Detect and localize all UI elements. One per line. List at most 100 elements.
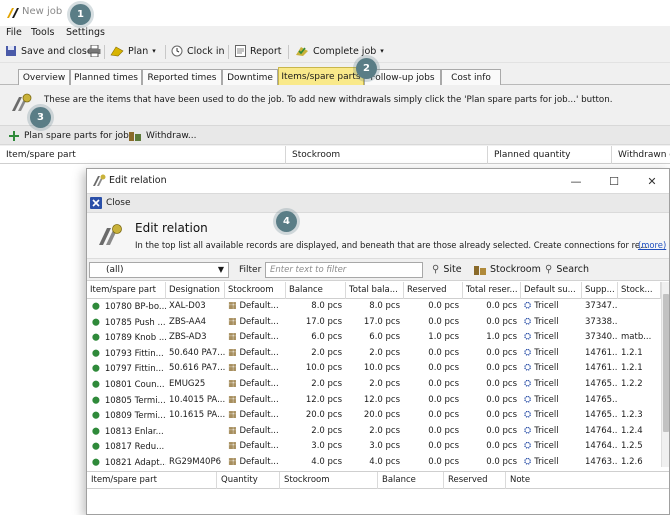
selected-column-header-stockroom[interactable]: Stockroom	[280, 472, 378, 489]
cell-stockroom: ▦ Default...	[225, 330, 286, 346]
scrollbar-thumb[interactable]	[663, 294, 669, 432]
cell-stock-location: 1.2.4	[621, 425, 643, 436]
menu-tools[interactable]: Tools	[31, 27, 54, 38]
selected-column-header-item[interactable]: Item/spare part	[87, 472, 217, 489]
table-row[interactable]: ⬤ 10821 Adapt... RG29M40P6 ▦ Default... 4.0 p…	[87, 455, 661, 467]
stockroom-icon: ▦	[228, 410, 237, 421]
printer-icon	[88, 45, 101, 57]
item-icon: ⬤	[92, 317, 100, 326]
cell-item-text: 10797 Fittin...	[104, 364, 164, 375]
cell-default-supplier: ⛭ Tricell	[521, 424, 582, 440]
selected-column-header-reserved[interactable]: Reserved	[444, 472, 506, 489]
cell-total-reserved: 0.0 pcs	[486, 425, 517, 436]
column-header-stock-location[interactable]: Stock...	[618, 282, 661, 299]
cell-item: ⬤ 10813 Enlar...	[87, 424, 166, 440]
cell-supplier-no: 14764...	[585, 441, 618, 452]
cell-stock-location	[618, 299, 661, 315]
column-header-stockroom[interactable]: Stockroom	[225, 282, 286, 299]
parts-icon	[12, 93, 32, 111]
plan-spare-parts-button[interactable]: Plan spare parts for job	[8, 130, 129, 142]
cell-balance: 10.0 pcs	[305, 363, 342, 374]
cell-stock-location	[618, 315, 661, 331]
cell-total-balance: 8.0 pcs	[369, 301, 400, 311]
cell-designation: 50.616 PA7...	[169, 363, 225, 374]
cell-stock-location: 1.2.6	[621, 457, 643, 467]
maximize-button[interactable]: ☐	[603, 173, 625, 189]
table-row[interactable]: ⬤ 10785 Push ... ZBS-AA4 ▦ Default... 17.0 pc…	[87, 315, 661, 331]
cell-total-balance: 2.0 pcs	[369, 425, 400, 436]
cell-designation: EMUG25	[169, 379, 206, 389]
table-row[interactable]: ⬤ 10805 Termi... 10.4015 PA... ▦ Default... 1…	[87, 393, 661, 409]
item-icon: ⬤	[92, 426, 100, 435]
selected-column-header-balance[interactable]: Balance	[378, 472, 444, 489]
filter-input[interactable]: Enter text to filter	[265, 262, 423, 278]
search-button[interactable]: ⚲ Search	[545, 264, 589, 275]
selected-column-header-quantity[interactable]: Quantity	[217, 472, 280, 489]
site-select[interactable]: (all) ▼	[89, 262, 229, 278]
supplier-icon: ⛭	[524, 394, 532, 405]
tab-overview[interactable]: Overview	[18, 69, 70, 85]
more-link[interactable]: (more)	[638, 240, 666, 250]
cell-stockroom-text: Default...	[239, 425, 279, 436]
clock-in-button[interactable]: Clock in	[171, 45, 225, 57]
column-header-total-balance[interactable]: Total bala...	[346, 282, 404, 299]
withdraw-button[interactable]: Withdraw...	[128, 130, 196, 142]
column-header-item[interactable]: Item/spare part	[87, 282, 166, 299]
column-header-item[interactable]: Item/spare part	[0, 146, 286, 164]
table-row[interactable]: ⬤ 10797 Fittin... 50.616 PA7... ▦ Default...…	[87, 361, 661, 377]
stockroom-icon: ▦	[228, 441, 237, 452]
plan-button[interactable]: Plan ▾	[110, 45, 156, 57]
table-row[interactable]: ⬤ 10809 Termi... 10.1615 PA... ▦ Default... 2…	[87, 408, 661, 424]
report-button[interactable]: Report	[235, 45, 282, 57]
cell-item: ⬤ 10785 Push ...	[87, 315, 166, 331]
stockroom-button[interactable]: Stockroom	[474, 264, 541, 275]
column-header-default-supplier[interactable]: Default su...	[521, 282, 582, 299]
menu-settings[interactable]: Settings	[66, 27, 105, 38]
table-row[interactable]: ⬤ 10789 Knob ... ZBS-AD3 ▦ Default... 6.0 pcs…	[87, 330, 661, 346]
cell-item-text: 10817 Redu...	[104, 442, 165, 453]
item-icon: ⬤	[92, 348, 100, 357]
menu-file[interactable]: File	[6, 27, 22, 38]
item-icon: ⬤	[92, 333, 100, 342]
column-header-reserved[interactable]: Reserved	[404, 282, 463, 299]
table-row[interactable]: ⬤ 10801 Coun... EMUG25 ▦ Default... 2.0 pcs 2.…	[87, 377, 661, 393]
column-header-total-reserved[interactable]: Total reser...	[463, 282, 521, 299]
supplier-icon: ⛭	[524, 410, 532, 421]
close-window-button[interactable]: ✕	[641, 173, 663, 189]
cell-total-reserved: 0.0 pcs	[486, 441, 517, 452]
column-header-stockroom[interactable]: Stockroom	[286, 146, 488, 164]
table-row[interactable]: ⬤ 10813 Enlar... ▦ Default... 2.0 pcs 2.0 pcs…	[87, 424, 661, 440]
edit-relation-icon	[99, 224, 122, 245]
column-header-balance[interactable]: Balance	[286, 282, 346, 299]
save-and-close-button[interactable]: Save and close	[5, 45, 93, 57]
column-header-withdrawn[interactable]: Withdrawn q	[612, 146, 670, 164]
tab-items-spare-parts[interactable]: Items/spare parts	[278, 67, 364, 85]
column-header-supplier-no[interactable]: Supp...	[582, 282, 618, 299]
column-header-planned-quantity[interactable]: Planned quantity	[488, 146, 612, 164]
plan-icon	[110, 46, 124, 57]
tab-cost-info[interactable]: Cost info	[441, 69, 501, 85]
cell-stockroom: ▦ Default...	[225, 315, 286, 331]
cell-supplier-no: 14761...	[585, 363, 618, 374]
cell-total-balance: 4.0 pcs	[369, 457, 400, 467]
minimize-button[interactable]: —	[565, 173, 587, 189]
complete-job-button[interactable]: Complete job ▾	[295, 45, 384, 57]
supplier-icon: ⛭	[524, 363, 532, 374]
tab-downtime[interactable]: Downtime	[222, 69, 278, 85]
cell-stockroom-text: Default...	[239, 457, 279, 467]
cell-item: ⬤ 10801 Coun...	[87, 377, 166, 393]
stockroom-icon	[474, 266, 486, 275]
selected-column-header-note[interactable]: Note	[506, 472, 669, 489]
stockroom-icon: ▦	[228, 363, 237, 374]
table-row[interactable]: ⬤ 10817 Redu... ▦ Default... 3.0 pcs 3.0 pcs 0…	[87, 439, 661, 455]
table-row[interactable]: ⬤ 10793 Fittin... 50.640 PA7... ▦ Default...…	[87, 346, 661, 362]
stockroom-icon: ▦	[228, 457, 237, 467]
print-button[interactable]	[88, 45, 101, 57]
site-button[interactable]: ⚲ Site	[432, 264, 462, 275]
tab-planned-times[interactable]: Planned times	[70, 69, 142, 85]
column-header-designation[interactable]: Designation	[166, 282, 225, 299]
cell-total-reserved: 0.0 pcs	[486, 379, 517, 389]
tab-reported-times[interactable]: Reported times	[142, 69, 222, 85]
dialog-close-button[interactable]: Close	[90, 197, 131, 209]
table-row[interactable]: ⬤ 10780 BP-bo... XAL-D03 ▦ Default... 8.0 pcs…	[87, 299, 661, 315]
